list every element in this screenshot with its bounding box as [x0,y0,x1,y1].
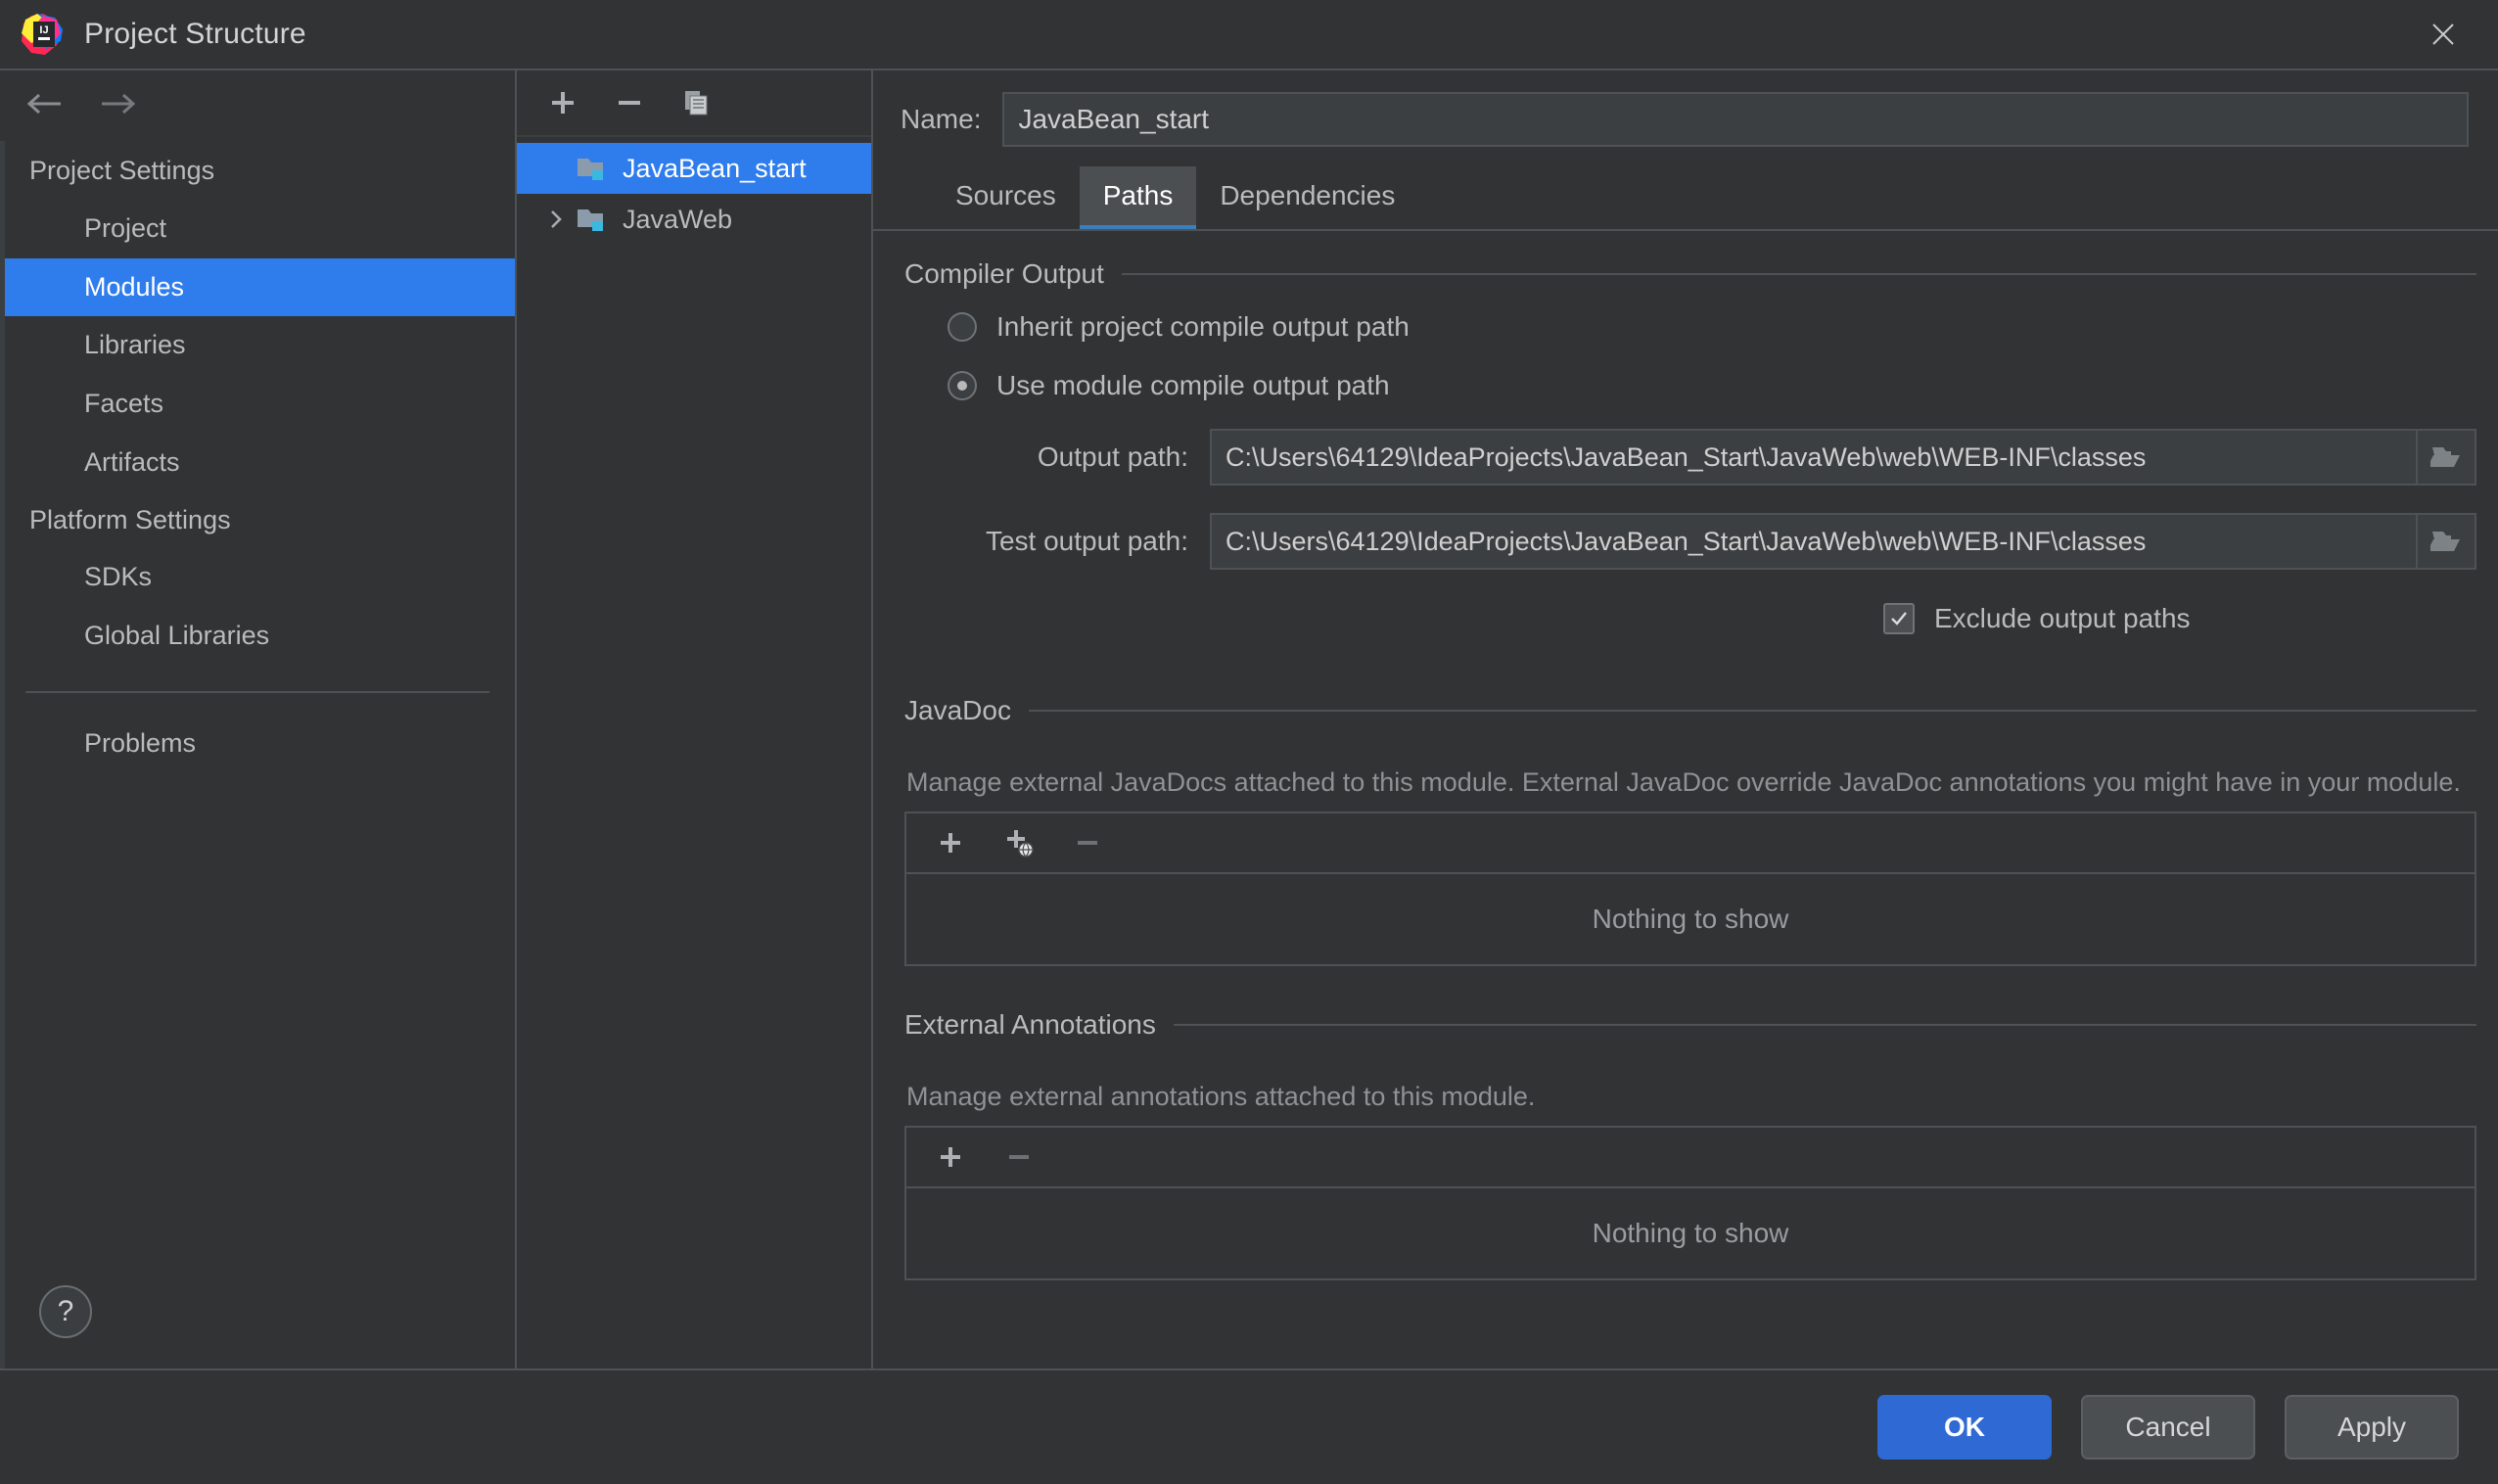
dialog-footer: OK Cancel Apply [0,1368,2498,1484]
external-annotations-empty-text: Nothing to show [906,1188,2475,1278]
sidebar-item-modules[interactable]: Modules [0,258,515,317]
help-icon[interactable]: ? [39,1285,92,1338]
section-title: Compiler Output [904,258,1104,290]
test-output-path-label: Test output path: [948,526,1210,557]
help-button-wrap: ? [0,1255,515,1368]
sidebar-item-libraries[interactable]: Libraries [0,316,515,375]
sidebar-items: Project Settings Project Modules Librari… [0,137,515,1255]
spacer [904,652,2476,695]
test-output-path-input[interactable] [1210,513,2416,570]
plus-icon[interactable] [934,1140,967,1174]
sidebar-group-platform-settings: Platform Settings [0,492,515,549]
test-output-path-row: Test output path: [904,499,2476,583]
svg-text:IJ: IJ [39,24,48,36]
cancel-button[interactable]: Cancel [2081,1395,2255,1460]
section-title: JavaDoc [904,695,1011,726]
folder-open-icon[interactable] [2416,513,2476,570]
section-divider [1122,273,2476,275]
exclude-output-paths-row[interactable]: Exclude output paths [904,583,2476,652]
chevron-right-icon[interactable] [536,200,576,239]
settings-sidebar: Project Settings Project Modules Librari… [0,70,517,1368]
module-tree-panel: JavaBean_start JavaWeb [517,70,873,1368]
sidebar-item-global-libraries[interactable]: Global Libraries [0,607,515,666]
module-tree-node-javaweb[interactable]: JavaWeb [517,194,871,245]
inherit-output-path-radio-row[interactable]: Inherit project compile output path [904,298,2476,356]
module-editor-panel: Name: Sources Paths Dependencies Compile… [873,70,2498,1368]
javadoc-list-box: Nothing to show [904,812,2476,966]
sidebar-edge-strip [0,141,5,1368]
window-title: Project Structure [84,18,306,51]
close-icon[interactable] [2388,0,2498,69]
javadoc-section-header: JavaDoc [904,695,2476,726]
dialog-body: Project Settings Project Modules Librari… [0,70,2498,1368]
arrow-left-icon[interactable] [23,86,67,121]
section-divider [1029,710,2476,712]
exclude-output-paths-checkbox[interactable] [1883,603,1915,634]
output-path-row: Output path: [904,415,2476,499]
output-path-input[interactable] [1210,429,2416,486]
spacer [904,966,2476,1009]
minus-icon [1071,826,1104,859]
external-annotations-description: Manage external annotations attached to … [904,1048,2476,1126]
module-folder-icon [576,205,617,234]
plus-icon[interactable] [934,826,967,859]
tab-dependencies[interactable]: Dependencies [1196,166,1418,229]
title-bar: IJ Project Structure [0,0,2498,70]
tab-sources[interactable]: Sources [932,166,1080,229]
module-tree: JavaBean_start JavaWeb [517,137,871,245]
folder-open-icon[interactable] [2416,429,2476,486]
module-tree-toolbar [517,70,871,137]
module-tree-node-label: JavaWeb [623,205,732,235]
module-name-row: Name: [873,70,2498,166]
tab-paths[interactable]: Paths [1080,166,1197,229]
javadoc-empty-text: Nothing to show [906,874,2475,964]
exclude-output-paths-label: Exclude output paths [1934,603,2191,634]
sidebar-item-problems[interactable]: Problems [0,715,515,773]
sidebar-item-project[interactable]: Project [0,200,515,258]
minus-icon[interactable] [613,86,646,119]
project-structure-dialog: IJ Project Structure [0,0,2498,1484]
plus-globe-icon[interactable] [1002,826,1036,859]
module-folder-icon [576,154,617,183]
external-annotations-section-header: External Annotations [904,1009,2476,1041]
sidebar-nav-buttons [0,70,515,137]
sidebar-item-facets[interactable]: Facets [0,375,515,434]
sidebar-item-sdks[interactable]: SDKs [0,548,515,607]
module-name-label: Name: [901,104,981,135]
paths-tab-content: Compiler Output Inherit project compile … [873,231,2498,1368]
tree-twisty-placeholder [536,149,576,188]
module-name-input[interactable] [1002,92,2469,147]
sidebar-item-artifacts[interactable]: Artifacts [0,434,515,492]
sidebar-divider [25,691,489,693]
arrow-right-icon[interactable] [96,86,139,121]
plus-icon[interactable] [546,86,579,119]
javadoc-toolbar [906,813,2475,874]
apply-button[interactable]: Apply [2285,1395,2459,1460]
module-editor-tabs: Sources Paths Dependencies [873,166,2498,231]
compiler-output-section-header: Compiler Output [904,258,2476,290]
external-annotations-toolbar [906,1128,2475,1188]
section-title: External Annotations [904,1009,1156,1041]
javadoc-description: Manage external JavaDocs attached to thi… [904,734,2476,812]
external-annotations-list-box: Nothing to show [904,1126,2476,1280]
copy-icon[interactable] [679,86,713,119]
sidebar-group-project-settings: Project Settings [0,143,515,200]
radio-use-module-label: Use module compile output path [996,370,1390,401]
intellij-idea-logo-icon: IJ [22,14,63,55]
module-tree-node-javabean-start[interactable]: JavaBean_start [517,143,871,194]
minus-icon [1002,1140,1036,1174]
use-module-output-path-radio-row[interactable]: Use module compile output path [904,356,2476,415]
section-divider [1174,1024,2476,1026]
radio-inherit-project-output[interactable] [948,312,977,342]
radio-inherit-label: Inherit project compile output path [996,311,1410,343]
module-tree-node-label: JavaBean_start [623,154,807,184]
output-path-label: Output path: [948,441,1210,473]
radio-use-module-output[interactable] [948,371,977,400]
ok-button[interactable]: OK [1877,1395,2052,1460]
